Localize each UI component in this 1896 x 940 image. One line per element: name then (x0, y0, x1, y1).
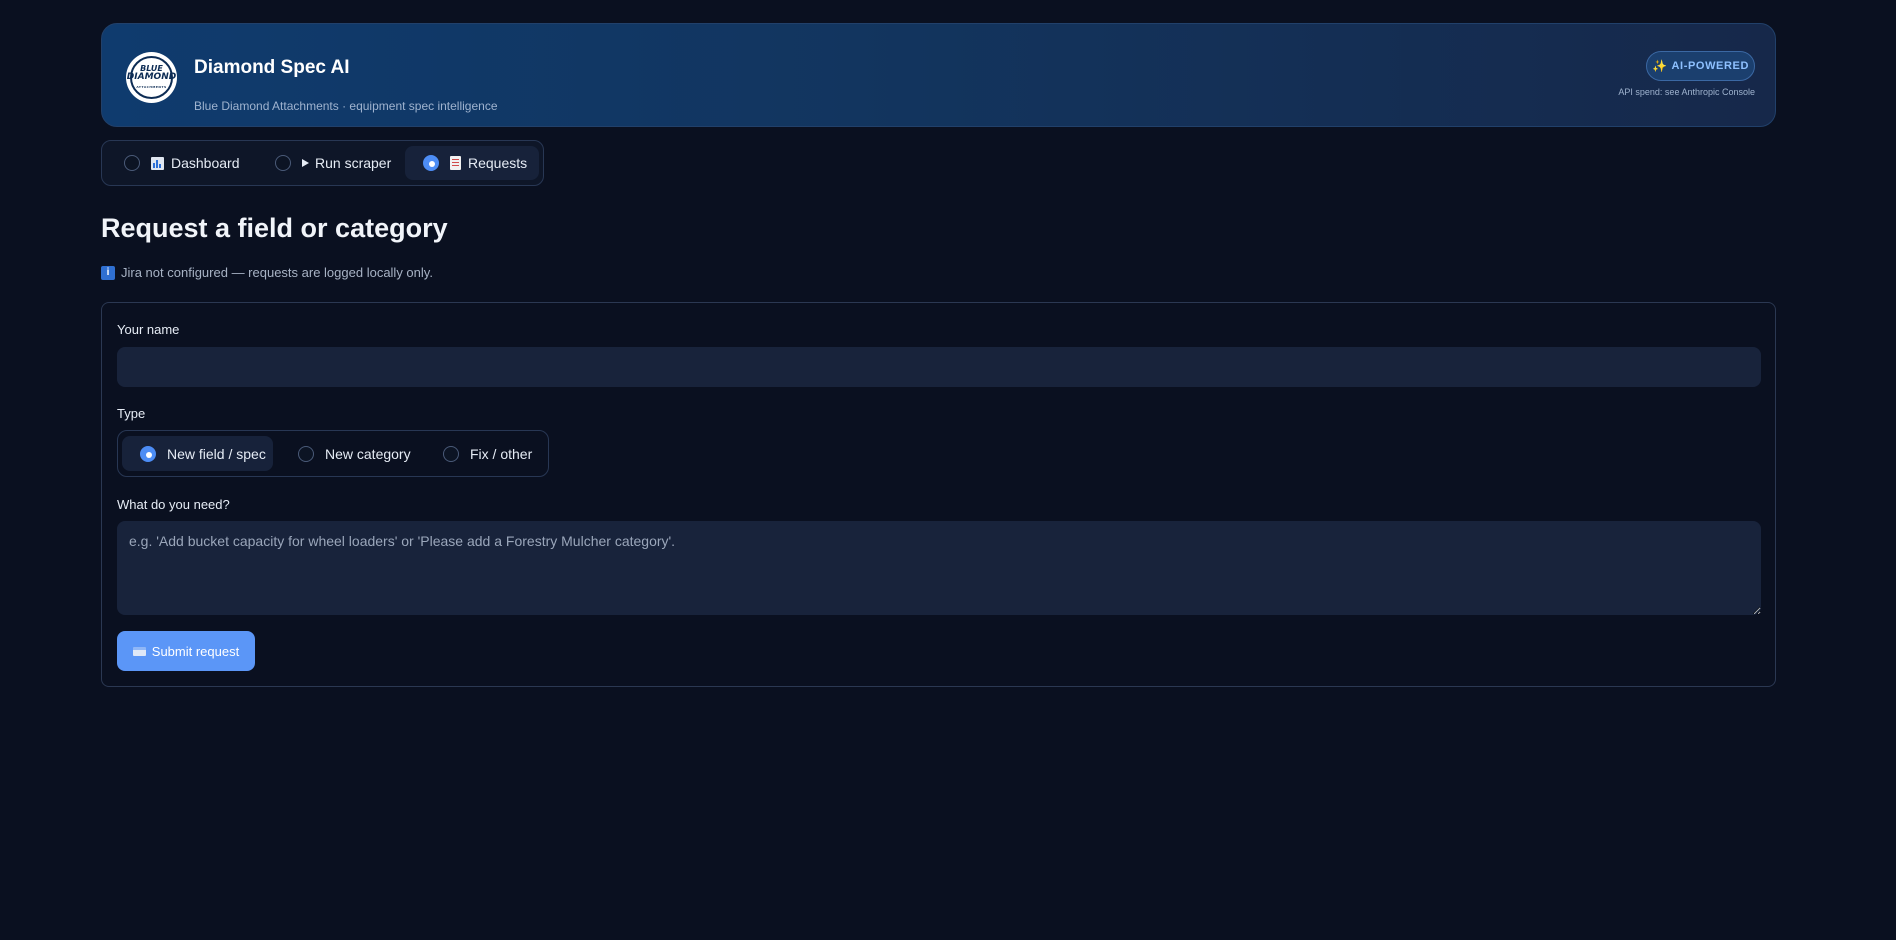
api-spend-note: API spend: see Anthropic Console (1618, 87, 1755, 97)
sparkles-icon: ✨ (1651, 59, 1668, 73)
radio-new-field[interactable] (140, 445, 156, 462)
need-label: What do you need? (117, 497, 230, 512)
play-icon (302, 159, 309, 167)
radio-fix-other[interactable] (443, 445, 459, 462)
radio-run-scraper[interactable] (275, 155, 291, 171)
name-label: Your name (117, 322, 180, 337)
type-radio-group: New field / spec New category Fix / othe… (117, 430, 549, 477)
app-title: Diamond Spec AI (194, 57, 350, 78)
nav-item-requests[interactable]: Requests (405, 146, 539, 180)
brand-logo: BLUE DIAMOND ATTACHMENTS (126, 52, 177, 103)
type-option-new-field[interactable]: New field / spec (122, 436, 273, 471)
page-title: Request a field or category (101, 213, 448, 243)
badge-label: AI-POWERED (1671, 60, 1750, 72)
ai-powered-badge: ✨ AI-POWERED (1646, 51, 1755, 81)
need-textarea[interactable] (117, 521, 1761, 615)
app-subtitle: Blue Diamond Attachments · equipment spe… (194, 99, 498, 113)
info-icon: i (101, 265, 115, 280)
type-label-new-category: New category (325, 445, 411, 462)
submit-request-button[interactable]: Submit request (117, 631, 255, 671)
request-form: Your name Type New field / spec New cate… (101, 302, 1776, 687)
submit-label: Submit request (151, 643, 240, 659)
document-icon (450, 156, 461, 170)
nav-label-run-scraper: Run scraper (315, 155, 392, 171)
nav-item-dashboard[interactable]: Dashboard (124, 146, 254, 180)
bar-chart-icon (151, 156, 164, 170)
type-label: Type (117, 406, 146, 421)
name-input[interactable] (117, 347, 1761, 387)
type-label-new-field: New field / spec (167, 445, 266, 462)
radio-new-category[interactable] (298, 445, 314, 462)
jira-info-message: i Jira not configured — requests are log… (101, 265, 433, 280)
type-option-new-category[interactable]: New category (298, 436, 418, 471)
app-header: BLUE DIAMOND ATTACHMENTS Diamond Spec AI… (101, 23, 1776, 127)
radio-requests[interactable] (423, 155, 439, 171)
radio-dashboard[interactable] (124, 155, 140, 171)
nav-label-dashboard: Dashboard (171, 155, 240, 171)
envelope-icon (132, 646, 146, 656)
info-text: Jira not configured — requests are logge… (121, 265, 433, 280)
type-option-fix-other[interactable]: Fix / other (443, 436, 543, 471)
main-nav: Dashboard Run scraper Requests (101, 140, 544, 186)
nav-item-run-scraper[interactable]: Run scraper (275, 146, 405, 180)
nav-label-requests: Requests (468, 155, 528, 171)
type-label-fix-other: Fix / other (470, 445, 533, 462)
